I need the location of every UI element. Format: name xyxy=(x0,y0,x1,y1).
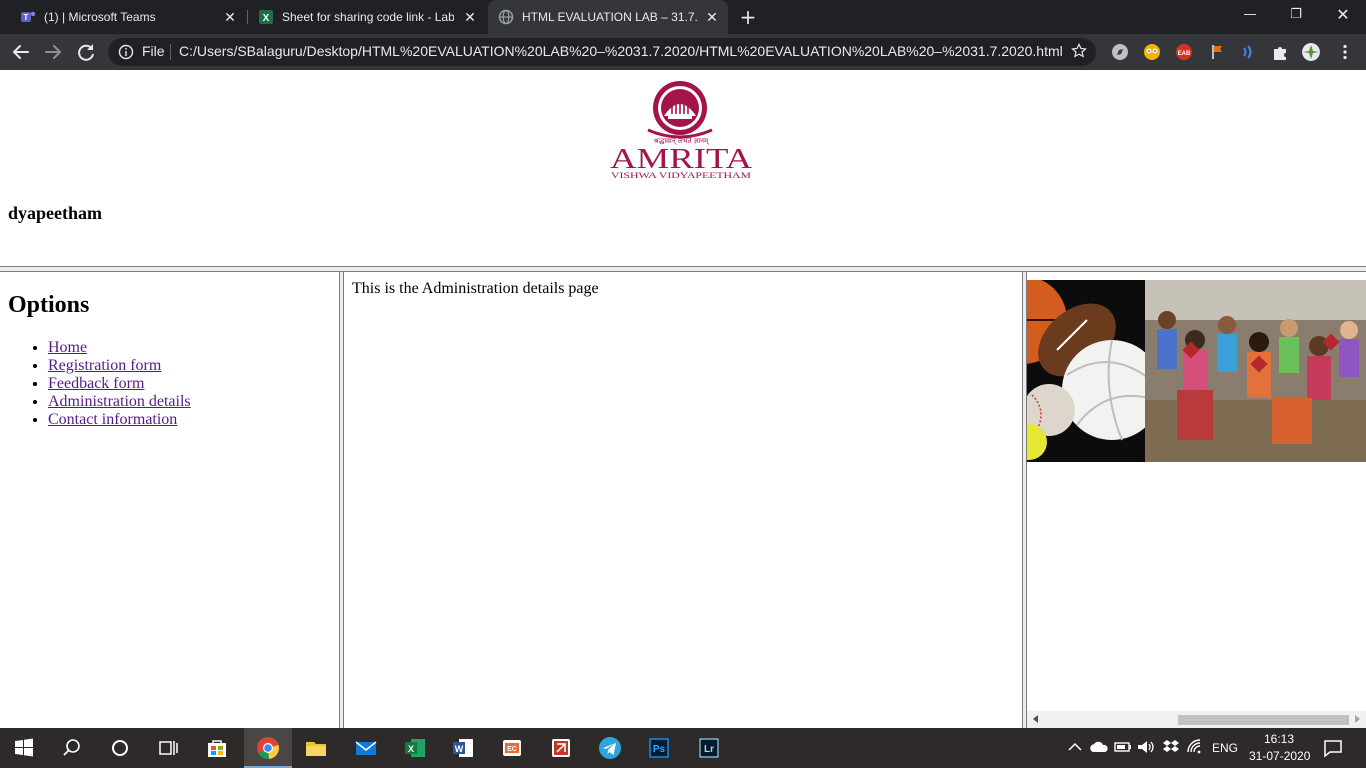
chevron-up-icon[interactable] xyxy=(1066,738,1084,756)
right-frame-image xyxy=(1027,272,1366,728)
divider xyxy=(170,44,171,60)
scrollbar-thumb[interactable] xyxy=(1178,715,1349,725)
options-heading: Options xyxy=(8,292,90,318)
telegram-icon[interactable] xyxy=(598,736,622,760)
close-window-button[interactable]: ✕ xyxy=(1320,0,1366,30)
list-item: Registration form xyxy=(48,357,191,375)
close-tab-icon[interactable]: ✕ xyxy=(462,9,478,25)
list-item: Contact information xyxy=(48,411,191,429)
svg-text:Lr: Lr xyxy=(704,744,714,755)
administration-details-link[interactable]: Administration details xyxy=(48,393,191,410)
extension-red-badge-icon[interactable]: EAB xyxy=(1175,43,1193,61)
cortana-icon[interactable] xyxy=(108,736,132,760)
clock-time[interactable]: 16:13 xyxy=(1264,732,1294,746)
center-frame-content: This is the Administration details page xyxy=(344,272,1022,728)
svg-text:X: X xyxy=(408,744,414,754)
close-tab-icon[interactable]: ✕ xyxy=(704,9,720,25)
home-link[interactable]: Home xyxy=(48,339,87,356)
svg-text:X: X xyxy=(263,13,270,24)
url-text[interactable]: C:/Users/SBalaguru/Desktop/HTML%20EVALUA… xyxy=(179,43,1063,59)
site-name-heading: dyapeetham xyxy=(8,203,102,223)
clock-date[interactable]: 31-07-2020 xyxy=(1249,749,1310,763)
tab-title: Sheet for sharing code link - Lab xyxy=(282,10,454,24)
extension-owl-icon[interactable] xyxy=(1143,43,1161,61)
browser-toolbar: File C:/Users/SBalaguru/Desktop/HTML%20E… xyxy=(0,34,1366,70)
scroll-right-arrow-icon[interactable] xyxy=(1355,715,1360,723)
back-icon[interactable] xyxy=(9,40,33,64)
reload-icon[interactable] xyxy=(74,40,98,64)
minimize-button[interactable]: — xyxy=(1227,0,1273,30)
info-icon[interactable] xyxy=(118,44,134,60)
feedback-form-link[interactable]: Feedback form xyxy=(48,375,144,392)
options-menu: Home Registration form Feedback form Adm… xyxy=(48,339,191,429)
menu-kebab-icon[interactable] xyxy=(1336,43,1354,61)
profile-avatar-icon[interactable] xyxy=(1302,43,1320,61)
restore-button[interactable]: ❐ xyxy=(1273,0,1319,30)
top-frame: श्रद्धावान् लभते ज्ञानम् AMRITA VISHWA V… xyxy=(0,70,1366,266)
list-item: Feedback form xyxy=(48,375,191,393)
chrome-icon[interactable] xyxy=(256,736,280,760)
forward-icon[interactable] xyxy=(41,40,65,64)
list-item: Administration details xyxy=(48,393,191,411)
tab-sheet-for-sharing[interactable]: X Sheet for sharing code link - Lab ✕ xyxy=(248,0,486,34)
onedrive-cloud-icon[interactable] xyxy=(1089,738,1109,756)
new-tab-button[interactable]: + xyxy=(738,7,758,27)
page-viewport: श्रद्धावान् लभते ज्ञानम् AMRITA VISHWA V… xyxy=(0,70,1366,728)
svg-text:EAB: EAB xyxy=(1178,51,1191,57)
bookmark-star-icon[interactable] xyxy=(1070,42,1088,60)
scroll-left-arrow-icon[interactable] xyxy=(1033,715,1038,723)
volume-icon[interactable] xyxy=(1136,738,1156,756)
word-icon[interactable]: W xyxy=(451,736,475,760)
search-icon[interactable] xyxy=(60,736,84,760)
svg-text:W: W xyxy=(455,744,464,754)
tab-title: (1) | Microsoft Teams xyxy=(44,10,156,24)
excel-icon[interactable]: X xyxy=(403,736,427,760)
tab-microsoft-teams[interactable]: T (1) | Microsoft Teams ✕ xyxy=(8,0,246,34)
extension-compass-icon[interactable] xyxy=(1111,43,1129,61)
excel-icon: X xyxy=(259,10,273,24)
svg-text:EC: EC xyxy=(507,746,517,753)
close-tab-icon[interactable]: ✕ xyxy=(222,9,238,25)
extension-wave-icon[interactable] xyxy=(1239,43,1257,61)
browser-tab-strip: T (1) | Microsoft Teams ✕ X Sheet for sh… xyxy=(0,0,1366,34)
svg-text:VISHWA VIDYAPEETHAM: VISHWA VIDYAPEETHAM xyxy=(611,170,752,180)
task-view-icon[interactable] xyxy=(156,736,180,760)
office-app-icon[interactable]: EC xyxy=(500,736,524,760)
microsoft-store-icon[interactable] xyxy=(205,736,229,760)
svg-text:T: T xyxy=(24,13,29,22)
address-bar[interactable]: File C:/Users/SBalaguru/Desktop/HTML%20E… xyxy=(108,38,1096,66)
dropbox-icon[interactable] xyxy=(1161,738,1181,756)
page-description: This is the Administration details page xyxy=(352,280,599,297)
windows-start-icon[interactable] xyxy=(12,736,36,760)
battery-icon[interactable] xyxy=(1113,738,1133,756)
contact-information-link[interactable]: Contact information xyxy=(48,411,177,428)
amrita-logo: श्रद्धावान् लभते ज्ञानम् AMRITA VISHWA V… xyxy=(610,81,752,180)
notification-icon[interactable] xyxy=(1322,737,1344,759)
file-scheme-label: File xyxy=(142,43,165,59)
extensions-puzzle-icon[interactable] xyxy=(1271,43,1289,61)
extension-flag-icon[interactable] xyxy=(1209,43,1227,61)
windows-taskbar: X W EC Ps Lr ENG 16:13 31-07-2020 xyxy=(0,728,1366,768)
left-frame-navigation: Options Home Registration form Feedback … xyxy=(0,272,339,728)
globe-icon xyxy=(498,9,514,25)
photoshop-icon[interactable]: Ps xyxy=(647,736,671,760)
sports-and-kids-photo xyxy=(1027,280,1366,462)
lightroom-icon[interactable]: Lr xyxy=(697,736,721,760)
tab-title: HTML EVALUATION LAB – 31.7.20 xyxy=(522,10,698,24)
registration-form-link[interactable]: Registration form xyxy=(48,357,161,374)
teams-icon: T xyxy=(21,11,36,22)
horizontal-scrollbar[interactable] xyxy=(1027,711,1366,728)
file-explorer-icon[interactable] xyxy=(304,736,328,760)
mail-icon[interactable] xyxy=(354,736,378,760)
list-item: Home xyxy=(48,339,191,357)
language-indicator[interactable]: ENG xyxy=(1212,741,1238,755)
pdf-reader-icon[interactable] xyxy=(549,736,573,760)
tab-html-evaluation-lab[interactable]: HTML EVALUATION LAB – 31.7.20 ✕ xyxy=(488,0,728,34)
svg-text:Ps: Ps xyxy=(653,744,666,755)
wifi-icon[interactable] xyxy=(1186,738,1206,756)
